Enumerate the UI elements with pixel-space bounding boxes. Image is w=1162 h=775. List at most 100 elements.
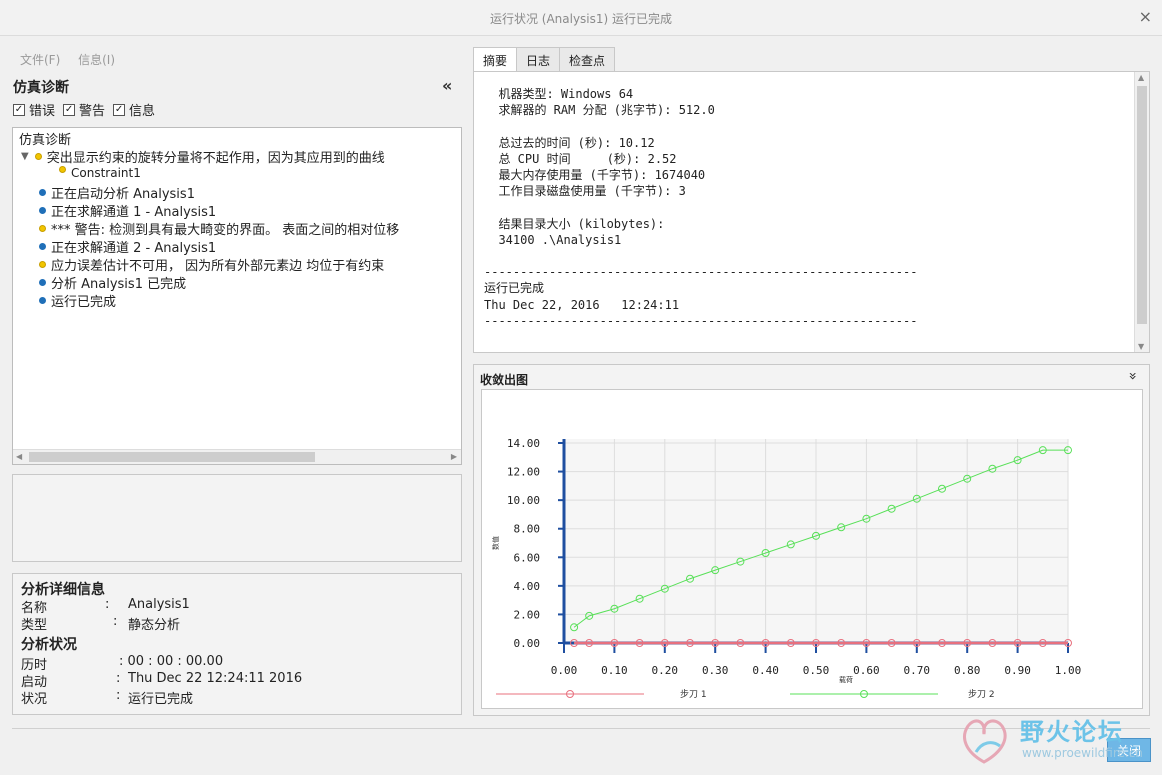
- tree-item-text: 正在启动分析 Analysis1: [51, 187, 195, 202]
- y-tick-label: 10.00: [507, 494, 540, 507]
- summary-vertical-scrollbar[interactable]: ▲ ▼: [1134, 72, 1149, 352]
- y-tick-label: 0.00: [514, 637, 541, 650]
- collapse-down-glyph: »: [1124, 371, 1141, 381]
- x-tick-label: 0.00: [551, 664, 578, 677]
- x-tick-label: 1.00: [1055, 664, 1082, 677]
- tree-item[interactable]: 分析 Analysis1 已完成: [39, 273, 186, 292]
- tree-horizontal-scrollbar[interactable]: ◀ ▶: [13, 449, 461, 464]
- tree-item-text: 运行已完成: [51, 295, 117, 310]
- checkbox-errors[interactable]: ✓: [13, 103, 25, 116]
- state-value: 运行已完成: [128, 692, 194, 707]
- legend-label: 步刀 2: [968, 689, 995, 700]
- info-icon: [39, 189, 46, 196]
- scroll-up-icon[interactable]: ▲: [1138, 73, 1144, 82]
- window-title: 运行状况 (Analysis1) 运行已完成: [489, 12, 673, 26]
- convergence-title: 收敛出图: [480, 373, 529, 387]
- watermark-logo: [963, 719, 1007, 764]
- colon: :: [105, 597, 110, 612]
- filter-warnings-label: 警告: [79, 104, 106, 119]
- tree-item[interactable]: 正在求解通道 2 - Analysis1: [39, 237, 216, 256]
- menu-file[interactable]: 文件(F): [20, 53, 60, 67]
- filter-info[interactable]: ✓ 信息: [113, 100, 155, 119]
- menu-bar: 文件(F) 信息(I): [20, 51, 129, 68]
- tree-item-text: 正在求解通道 2 - Analysis1: [51, 241, 217, 256]
- warning-icon: [39, 261, 46, 268]
- filter-errors[interactable]: ✓ 错误: [13, 100, 55, 119]
- filter-errors-label: 错误: [29, 104, 56, 119]
- diagnostics-heading: 仿真诊断: [13, 80, 69, 96]
- close-icon[interactable]: ×: [1139, 7, 1152, 26]
- tree-item[interactable]: 运行已完成: [39, 291, 116, 310]
- warning-icon: [34, 153, 42, 160]
- scroll-down-icon[interactable]: ▼: [1138, 342, 1144, 351]
- y-tick-label: 8.00: [514, 523, 541, 536]
- tree-item-text: *** 警告: 检测到具有最大畸变的界面。 表面之间的相对位移: [51, 223, 400, 238]
- status-heading: 分析状况: [21, 637, 77, 653]
- title-bar: 运行状况 (Analysis1) 运行已完成 ×: [0, 0, 1162, 36]
- y-axis-label: 数值: [491, 536, 500, 550]
- x-tick-label: 0.80: [954, 664, 981, 677]
- details-heading: 分析详细信息: [21, 582, 105, 598]
- summary-text: 机器类型: Windows 64 求解器的 RAM 分配 (兆字节): 512.…: [484, 87, 918, 328]
- tree-item[interactable]: 应力误差估计不可用， 因为所有外部元素边 均位于有约束: [39, 255, 384, 274]
- tree-item[interactable]: ▼ 突出显示约束的旋转分量将不起作用，因为其应用到的曲线: [21, 147, 385, 166]
- colon: :: [116, 688, 121, 703]
- output-tabs: 摘要 日志 检查点: [473, 47, 616, 73]
- diagnostics-tree[interactable]: 仿真诊断 ▼ 突出显示约束的旋转分量将不起作用，因为其应用到的曲线 Constr…: [12, 127, 462, 465]
- tree-item-text: Constraint1: [71, 166, 141, 180]
- x-tick-label: 0.30: [702, 664, 729, 677]
- tree-item[interactable]: 正在求解通道 1 - Analysis1: [39, 201, 216, 220]
- state-label: 状况: [21, 692, 48, 707]
- start-value: Thu Dec 22 12:24:11 2016: [128, 671, 303, 686]
- filter-warnings[interactable]: ✓ 警告: [63, 100, 105, 119]
- tab-summary[interactable]: 摘要: [473, 47, 518, 73]
- name-value: Analysis1: [128, 597, 190, 612]
- y-tick-label: 2.00: [514, 608, 541, 621]
- elapsed-value: : 00 : 00 : 00.00: [119, 654, 224, 669]
- tree-item[interactable]: *** 警告: 检测到具有最大畸变的界面。 表面之间的相对位移: [39, 219, 399, 238]
- x-tick-label: 0.60: [853, 664, 880, 677]
- tab-checkpoints[interactable]: 检查点: [559, 47, 616, 71]
- info-icon: [39, 279, 46, 286]
- tree-root[interactable]: 仿真诊断: [19, 129, 71, 148]
- convergence-chart: 0.00 2.00 4.00 6.00 8.00 10.00 12.00 14.00 0.00 0…: [491, 437, 1082, 700]
- tree-item-text: 应力误差估计不可用， 因为所有外部元素边 均位于有约束: [51, 259, 385, 274]
- y-tick-label: 6.00: [514, 551, 541, 564]
- scroll-thumb[interactable]: [29, 452, 315, 462]
- menu-info[interactable]: 信息(I): [78, 53, 115, 67]
- summary-panel[interactable]: 机器类型: Windows 64 求解器的 RAM 分配 (兆字节): 512.…: [473, 71, 1150, 353]
- tab-log[interactable]: 日志: [516, 47, 561, 71]
- tree-item[interactable]: Constraint1: [59, 165, 141, 180]
- x-tick-label: 0.70: [904, 664, 931, 677]
- warning-icon: [39, 225, 46, 232]
- checkbox-warnings[interactable]: ✓: [63, 103, 76, 116]
- scroll-thumb[interactable]: [1137, 86, 1147, 324]
- type-value: 静态分析: [128, 618, 181, 633]
- footer-divider: [12, 728, 1150, 729]
- message-detail-box: [12, 474, 462, 562]
- scroll-left-icon[interactable]: ◀: [16, 452, 22, 461]
- info-icon: [39, 207, 46, 214]
- collapse-down-icon[interactable]: »: [1125, 372, 1141, 381]
- diagnostic-filters: ✓ 错误 ✓ 警告 ✓ 信息: [13, 100, 163, 119]
- legend-label: 步刀 1: [680, 689, 707, 700]
- x-tick-label: 0.10: [601, 664, 628, 677]
- close-button[interactable]: 关闭: [1107, 738, 1151, 762]
- info-icon: [39, 297, 46, 304]
- tree-item-text: 突出显示约束的旋转分量将不起作用，因为其应用到的曲线: [46, 151, 385, 166]
- colon: :: [113, 614, 118, 629]
- expand-triangle-icon[interactable]: ▼: [21, 151, 29, 162]
- y-tick-label: 14.00: [507, 437, 540, 450]
- scroll-right-icon[interactable]: ▶: [451, 452, 457, 461]
- convergence-plot: 0.00 2.00 4.00 6.00 8.00 10.00 12.00 14.00 0.00 0…: [481, 389, 1143, 709]
- y-tick-label: 4.00: [514, 580, 541, 593]
- colon: :: [116, 671, 121, 686]
- info-icon: [39, 243, 46, 250]
- x-tick-label: 0.50: [803, 664, 830, 677]
- collapse-left-icon[interactable]: «: [442, 76, 452, 95]
- warning-icon: [59, 165, 66, 173]
- x-tick-label: 0.90: [1004, 664, 1031, 677]
- convergence-panel: 收敛出图 » 0.00 2.00 4.00 6.00 8.00 10.00 12.00 14.…: [473, 364, 1150, 716]
- tree-item[interactable]: 正在启动分析 Analysis1: [39, 183, 195, 202]
- checkbox-info[interactable]: ✓: [113, 103, 126, 116]
